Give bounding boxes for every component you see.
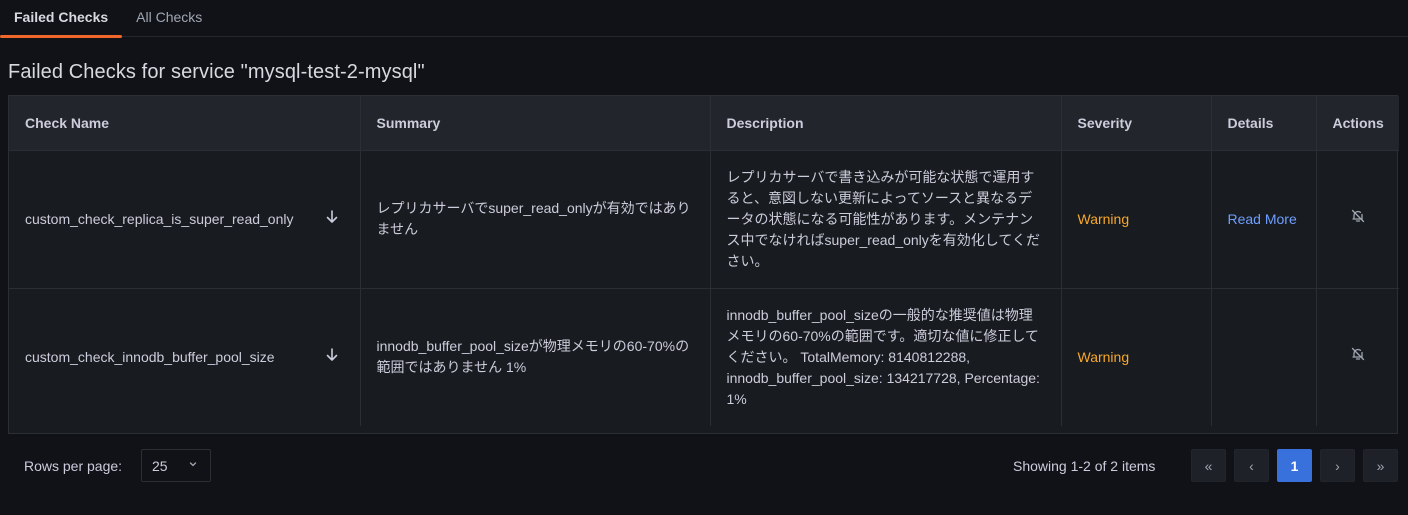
severity-badge: Warning (1077, 348, 1130, 365)
table-row: custom_check_innodb_buffer_pool_size inn… (9, 288, 1399, 426)
header-actions: Actions (1316, 96, 1399, 151)
severity-cell: Warning (1061, 150, 1212, 289)
severity-badge: Warning (1077, 210, 1130, 227)
failed-checks-table: Check Name Summary Description Severity … (8, 95, 1399, 434)
showing-items-text: Showing 1-2 of 2 items (1013, 458, 1156, 474)
arrow-down-icon[interactable] (326, 347, 338, 368)
next-page-button[interactable]: › (1320, 449, 1355, 482)
details-cell: Read More (1211, 150, 1317, 289)
table-row: custom_check_replica_is_super_read_only … (9, 150, 1399, 289)
actions-cell (1316, 150, 1399, 289)
bell-slash-icon[interactable] (1350, 346, 1366, 362)
read-more-link[interactable]: Read More (1228, 211, 1297, 227)
tab-bar: Failed Checks All Checks (0, 0, 1408, 38)
bell-slash-icon[interactable] (1350, 208, 1366, 224)
arrow-down-icon[interactable] (326, 209, 338, 230)
description-cell: レプリカサーバで書き込みが可能な状態で運用すると、意図しない更新によってソースと… (710, 150, 1062, 289)
last-page-button[interactable]: » (1363, 449, 1398, 482)
check-name-cell: custom_check_innodb_buffer_pool_size (9, 288, 361, 426)
rows-per-page-select[interactable]: 25 (141, 449, 211, 482)
header-details: Details (1211, 96, 1317, 151)
description-cell: innodb_buffer_pool_sizeの一般的な推奨値は物理メモリの60… (710, 288, 1062, 426)
header-severity: Severity (1061, 96, 1212, 151)
severity-cell: Warning (1061, 288, 1212, 426)
rows-per-page-value: 25 (152, 458, 168, 474)
tab-all-checks[interactable]: All Checks (122, 0, 216, 36)
header-summary: Summary (360, 96, 711, 151)
details-cell (1211, 288, 1317, 426)
first-page-button[interactable]: « (1191, 449, 1226, 482)
prev-page-button[interactable]: ‹ (1234, 449, 1269, 482)
chevron-down-icon (188, 458, 198, 472)
table-header-row: Check Name Summary Description Severity … (9, 96, 1399, 151)
summary-cell: innodb_buffer_pool_sizeが物理メモリの60-70%の範囲で… (360, 288, 711, 426)
page-title: Failed Checks for service "mysql-test-2-… (8, 61, 425, 83)
page-1-button[interactable]: 1 (1277, 449, 1312, 482)
check-name: custom_check_replica_is_super_read_only (25, 210, 294, 227)
actions-cell (1316, 288, 1399, 426)
tab-failed-checks[interactable]: Failed Checks (0, 0, 123, 38)
header-check-name: Check Name (9, 96, 361, 151)
summary-cell: レプリカサーバでsuper_read_onlyが有効ではありません (360, 150, 711, 289)
table-footer: Rows per page: 25 Showing 1-2 of 2 items… (0, 449, 1408, 483)
check-name-cell: custom_check_replica_is_super_read_only (9, 150, 361, 289)
rows-per-page-label: Rows per page: (24, 458, 123, 474)
header-description: Description (710, 96, 1062, 151)
check-name: custom_check_innodb_buffer_pool_size (25, 348, 275, 365)
